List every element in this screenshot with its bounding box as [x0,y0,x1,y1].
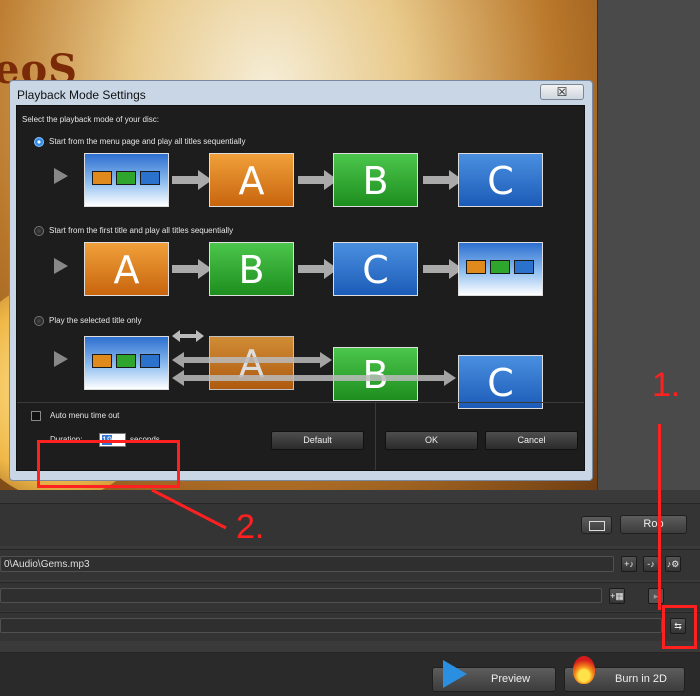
annotation-box-playback-settings [662,605,697,649]
title-c-thumbnail: C [458,355,543,409]
default-button[interactable]: Default [271,431,364,450]
auto-menu-timeout-label: Auto menu time out [50,411,120,420]
burn-button-label: Burn in 2D [615,673,667,685]
right-arrow-icon [172,259,212,279]
remove-music-icon[interactable]: -♪ [643,556,659,572]
right-arrow-icon [423,259,463,279]
room-button[interactable]: Roo [620,515,687,534]
title-c-thumbnail: C [458,153,543,207]
right-arrow-icon [298,170,338,190]
subtitle-toggle-button[interactable] [581,516,612,534]
option-first-title-label: Start from the first title and play all … [49,226,234,235]
mini-title-b [116,354,136,368]
background-music-field[interactable]: 0\Audio\Gems.mp3 [0,556,614,572]
dialog-title: Playback Mode Settings [17,88,146,102]
mini-title-a [92,171,112,185]
preview-button-label: Preview [491,673,531,685]
menu-page-thumbnail [84,153,169,207]
playback-prompt: Select the playback mode of your disc: [22,115,159,124]
mini-title-a [92,354,112,368]
title-a-thumbnail: A [209,153,294,207]
menu-page-thumbnail [458,242,543,296]
title-a-thumbnail: A [84,242,169,296]
right-side-panel [597,0,700,490]
ok-button-label: OK [424,435,438,445]
flame-icon [573,656,595,684]
menu-page-thumbnail [84,336,169,390]
title-b-thumbnail: B [209,242,294,296]
add-chapter-icon[interactable]: +▦ [609,588,625,604]
add-music-icon[interactable]: +♪ [621,556,637,572]
close-icon: ☒ [556,85,568,99]
play-triangle-icon [443,660,467,688]
annotation-box-duration [37,440,180,488]
mini-title-c [140,354,160,368]
footer-divider [17,402,584,403]
mini-title-c [140,171,160,185]
title-b-thumbnail: B [333,153,418,207]
auto-menu-timeout-checkbox[interactable] [31,411,41,421]
mini-title-c [514,260,534,274]
dialog-body: Select the playback mode of your disc: S… [16,105,585,471]
play-icon [54,168,68,184]
option-menu-first-label: Start from the menu page and play all ti… [49,137,246,146]
cancel-button[interactable]: Cancel [485,431,578,450]
preview-button[interactable]: Preview [432,660,556,692]
ok-button[interactable]: OK [385,431,478,450]
right-arrow-icon [298,259,338,279]
chapter-nav-icon[interactable]: ▸ [648,588,664,604]
mini-title-a [466,260,486,274]
radio-option-menu-first[interactable] [34,137,44,147]
right-arrow-icon [423,170,463,190]
play-icon [54,258,68,274]
annotation-line-2 [151,488,227,530]
annotation-line-1 [658,424,661,610]
radio-option-first-title[interactable] [34,226,44,236]
music-settings-icon[interactable]: ♪⚙ [665,556,681,572]
footer-vertical-divider [375,403,376,470]
playback-track-bar[interactable] [0,618,662,633]
screen-icon [588,521,605,531]
chapter-track-bar[interactable] [0,588,602,603]
play-icon [54,351,68,367]
radio-option-selected-title[interactable] [34,316,44,326]
option-selected-title-label: Play the selected title only [49,316,142,325]
burn-button[interactable]: Burn in 2D [564,656,685,692]
mini-title-b [116,171,136,185]
cancel-button-label: Cancel [517,435,546,445]
annotation-step-2: 2. [236,508,265,546]
title-c-thumbnail: C [333,242,418,296]
two-way-arrows-icon [172,330,456,386]
close-button[interactable]: ☒ [540,84,584,100]
playback-mode-dialog: Playback Mode Settings ☒ Select the play… [9,80,593,481]
audio-path-text: 0\Audio\Gems.mp3 [4,559,90,570]
default-button-label: Default [303,435,332,445]
mini-title-b [490,260,510,274]
annotation-step-1: 1. [652,366,681,404]
right-arrow-icon [172,170,212,190]
